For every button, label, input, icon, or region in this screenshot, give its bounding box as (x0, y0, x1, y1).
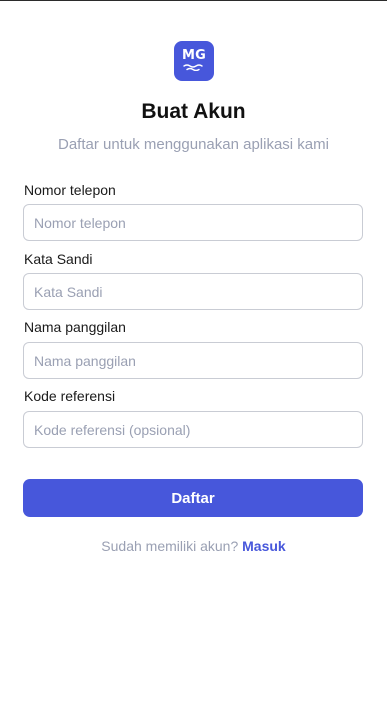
password-label: Kata Sandi (24, 251, 93, 267)
nickname-label: Nama panggilan (24, 319, 126, 335)
login-link[interactable]: Masuk (242, 538, 286, 554)
app-logo: MG (174, 41, 214, 81)
phone-label: Nomor telepon (24, 182, 116, 198)
wave-icon (183, 64, 203, 71)
page-title: Buat Akun (141, 100, 246, 123)
register-button[interactable]: Daftar (23, 479, 363, 517)
login-prompt-text: Sudah memiliki akun? (101, 538, 239, 554)
page-subtitle: Daftar untuk menggunakan aplikasi kami (58, 136, 329, 153)
phone-input[interactable] (23, 204, 363, 241)
password-input[interactable] (23, 273, 363, 310)
login-prompt: Sudah memiliki akun? Masuk (0, 538, 387, 554)
logo-text: MG (181, 48, 206, 63)
nickname-input[interactable] (23, 342, 363, 379)
top-divider (0, 0, 387, 1)
referral-label: Kode referensi (24, 388, 116, 404)
referral-code-input[interactable] (23, 411, 363, 448)
